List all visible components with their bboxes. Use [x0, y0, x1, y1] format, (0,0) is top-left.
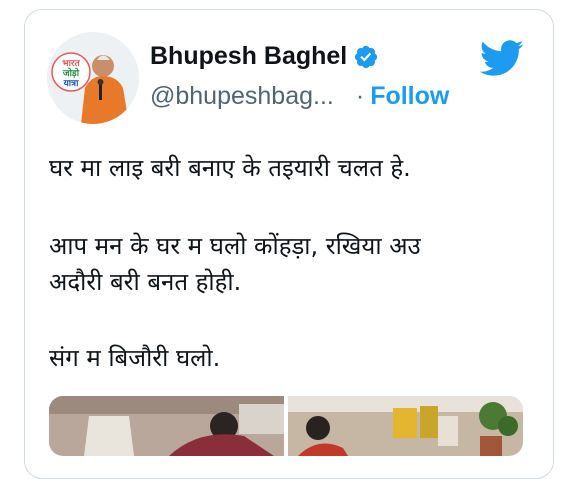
author-avatar[interactable]: भारत जोड़ो यात्रा — [47, 32, 139, 124]
author-name-row[interactable]: Bhupesh Baghel — [150, 42, 379, 71]
tweet-paragraph-2: आप मन के घर म घलो कोंहड़ा, रखिया अउ अदौर… — [49, 228, 421, 300]
separator-dot: · — [355, 82, 365, 110]
tweet-line-1: घर मा लाइ बरी बनाए के तइयारी चलत हे. — [49, 154, 411, 182]
tweet-line-3: अदौरी बरी बनत होही. — [49, 268, 242, 296]
tweet-line-2: आप मन के घर म घलो कोंहड़ा, रखिया अउ — [49, 232, 421, 260]
media-image-2[interactable] — [288, 396, 523, 456]
tweet-media-grid[interactable] — [49, 396, 523, 456]
twitter-bird-icon[interactable] — [478, 38, 524, 78]
media-image-1[interactable] — [49, 396, 284, 456]
avatar-badge-text-1: भारत — [62, 59, 80, 69]
avatar-badge-text-2: जोड़ो — [62, 67, 80, 79]
author-handle[interactable]: @bhupeshbag... — [150, 82, 334, 110]
verified-badge-icon — [355, 45, 378, 68]
tweet-line-4: संग म बिजौरी घलो. — [49, 344, 221, 372]
avatar-badge-text-3: यात्रा — [63, 79, 80, 89]
author-name[interactable]: Bhupesh Baghel — [150, 42, 347, 71]
author-handle-row: @bhupeshbag... · Follow — [150, 82, 449, 111]
follow-button[interactable]: Follow — [370, 82, 449, 110]
